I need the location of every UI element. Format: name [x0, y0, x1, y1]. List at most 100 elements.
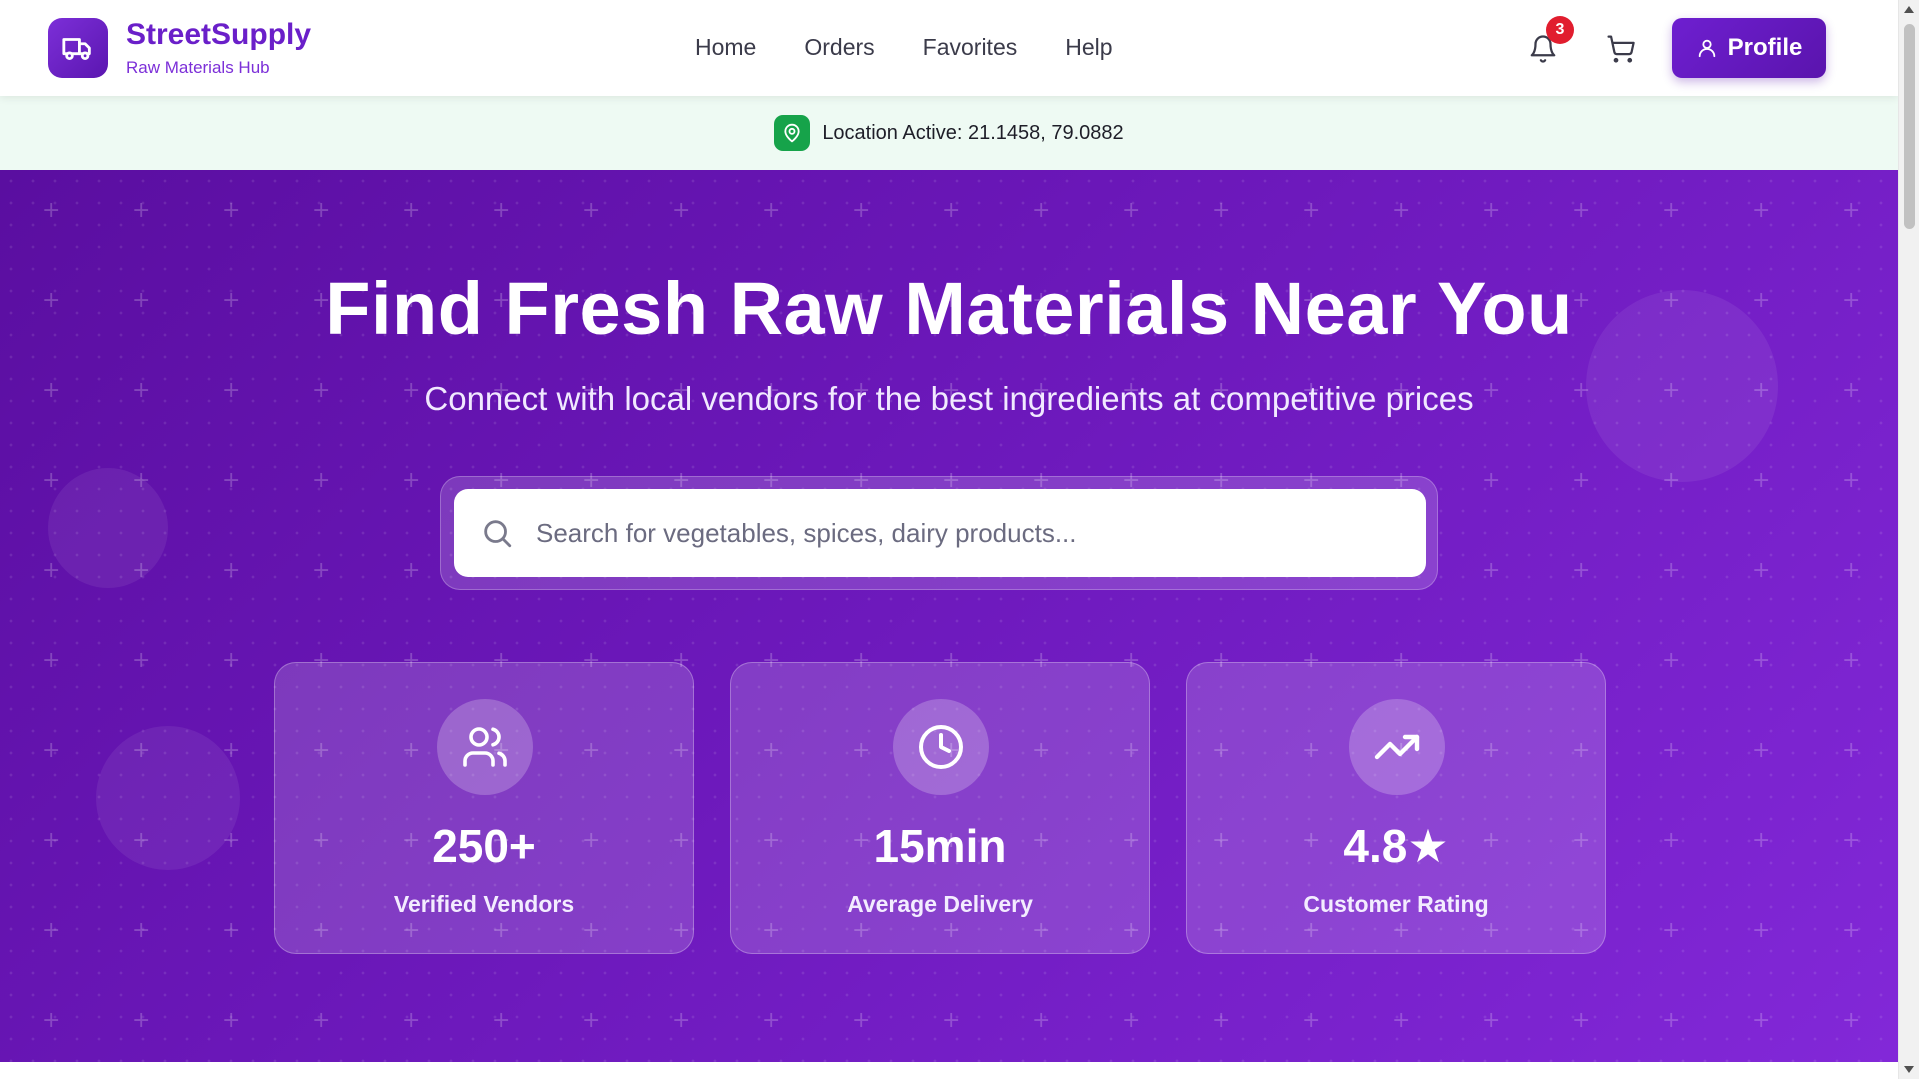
plus-decoration: +	[1482, 1008, 1501, 1033]
page-scrollbar[interactable]	[1898, 0, 1919, 1079]
plus-decoration: +	[402, 558, 421, 583]
stat-value: 15min	[873, 820, 1007, 872]
nav-help[interactable]: Help	[1065, 34, 1112, 61]
plus-decoration: +	[582, 1008, 601, 1033]
plus-decoration: +	[1842, 738, 1861, 763]
plus-decoration: +	[132, 648, 151, 673]
plus-decoration: +	[492, 198, 511, 223]
plus-decoration: +	[42, 558, 61, 583]
location-bar: Location Active: 21.1458, 79.0882	[0, 96, 1898, 170]
plus-decoration: +	[222, 648, 241, 673]
scroll-down-arrow[interactable]	[1904, 1066, 1914, 1073]
stat-label: Average Delivery	[847, 891, 1033, 917]
plus-decoration: +	[1842, 918, 1861, 943]
scrollbar-thumb[interactable]	[1904, 24, 1915, 229]
notification-badge: 3	[1546, 16, 1574, 44]
plus-decoration: +	[42, 648, 61, 673]
brand-name[interactable]: StreetSupply	[126, 18, 311, 52]
plus-decoration: +	[42, 198, 61, 223]
search-box[interactable]	[454, 489, 1426, 577]
plus-decoration: +	[222, 558, 241, 583]
plus-decoration: +	[1752, 648, 1771, 673]
plus-decoration: +	[1842, 828, 1861, 853]
plus-decoration: +	[132, 1008, 151, 1033]
plus-decoration: +	[1752, 468, 1771, 493]
nav-favorites[interactable]: Favorites	[923, 34, 1018, 61]
plus-decoration: +	[1842, 198, 1861, 223]
stats-row: 250+ Verified Vendors 15min Average Deli…	[274, 662, 1606, 954]
search-container	[440, 476, 1438, 590]
location-status: Location Active: 21.1458, 79.0882	[822, 121, 1124, 144]
page: StreetSupply Raw Materials Hub Home Orde…	[0, 0, 1898, 1079]
top-header: StreetSupply Raw Materials Hub Home Orde…	[0, 0, 1898, 96]
plus-decoration: +	[402, 1008, 421, 1033]
stat-card-delivery: 15min Average Delivery	[730, 662, 1150, 954]
plus-decoration: +	[222, 1008, 241, 1033]
plus-decoration: +	[42, 1008, 61, 1033]
plus-decoration: +	[402, 198, 421, 223]
search-input[interactable]	[536, 517, 1396, 549]
search-icon	[484, 520, 512, 548]
stat-label: Customer Rating	[1303, 891, 1489, 917]
profile-button[interactable]: Profile	[1672, 18, 1826, 78]
nav-orders[interactable]: Orders	[804, 34, 874, 61]
hero-title: Find Fresh Raw Materials Near You	[325, 267, 1573, 350]
plus-decoration: +	[1662, 918, 1681, 943]
plus-decoration: +	[1662, 198, 1681, 223]
plus-decoration: +	[1032, 1008, 1051, 1033]
stat-label: Verified Vendors	[393, 891, 575, 917]
plus-decoration: +	[942, 1008, 961, 1033]
plus-decoration: +	[1302, 198, 1321, 223]
plus-decoration: +	[1122, 198, 1141, 223]
plus-decoration: +	[1212, 198, 1231, 223]
plus-decoration: +	[132, 918, 151, 943]
plus-decoration: +	[1842, 648, 1861, 673]
plus-decoration: +	[1482, 198, 1501, 223]
plus-decoration: +	[42, 738, 61, 763]
plus-decoration: +	[852, 198, 871, 223]
plus-decoration: +	[1572, 1008, 1591, 1033]
plus-decoration: +	[132, 198, 151, 223]
plus-decoration: +	[1572, 558, 1591, 583]
plus-decoration: +	[672, 1008, 691, 1033]
plus-decoration: +	[1302, 1008, 1321, 1033]
plus-decoration: +	[942, 198, 961, 223]
plus-decoration: +	[762, 198, 781, 223]
plus-decoration: +	[222, 468, 241, 493]
plus-decoration: +	[1662, 828, 1681, 853]
plus-decoration: +	[1842, 558, 1861, 583]
cart-icon[interactable]	[1606, 34, 1636, 64]
plus-decoration: +	[852, 1008, 871, 1033]
stat-value: 250+	[432, 820, 536, 872]
hero-section: + + + + + + + + + + + + + + + + + + + + + + + + + + + + + + + + + + + + + + + +…	[0, 170, 1898, 1062]
plus-decoration: +	[1032, 198, 1051, 223]
plus-decoration: +	[1482, 558, 1501, 583]
plus-decoration: +	[222, 918, 241, 943]
plus-decoration: +	[222, 198, 241, 223]
stat-card-vendors: 250+ Verified Vendors	[274, 662, 694, 954]
decorative-circle	[96, 726, 240, 870]
plus-decoration: +	[402, 468, 421, 493]
plus-decoration: +	[1842, 468, 1861, 493]
stat-card-rating: 4.8★ Customer Rating	[1186, 662, 1606, 954]
clock-icon	[893, 699, 989, 795]
profile-label: Profile	[1727, 34, 1803, 61]
plus-decoration: +	[312, 1008, 331, 1033]
brand-logo[interactable]	[48, 18, 108, 78]
plus-decoration: +	[1392, 198, 1411, 223]
plus-decoration: +	[1482, 468, 1501, 493]
hero-subtitle: Connect with local vendors for the best …	[424, 380, 1474, 417]
plus-decoration: +	[1662, 738, 1681, 763]
stat-value: 4.8★	[1343, 820, 1449, 872]
map-pin-icon	[774, 115, 811, 151]
trending-up-icon	[1349, 699, 1445, 795]
plus-decoration: +	[672, 198, 691, 223]
decorative-circle	[48, 468, 168, 588]
plus-decoration: +	[312, 468, 331, 493]
users-icon	[437, 699, 533, 795]
main-nav: Home Orders Favorites Help	[695, 34, 1113, 61]
plus-decoration: +	[492, 1008, 511, 1033]
scroll-up-arrow[interactable]	[1904, 6, 1914, 13]
plus-decoration: +	[1392, 1008, 1411, 1033]
nav-home[interactable]: Home	[695, 34, 756, 61]
